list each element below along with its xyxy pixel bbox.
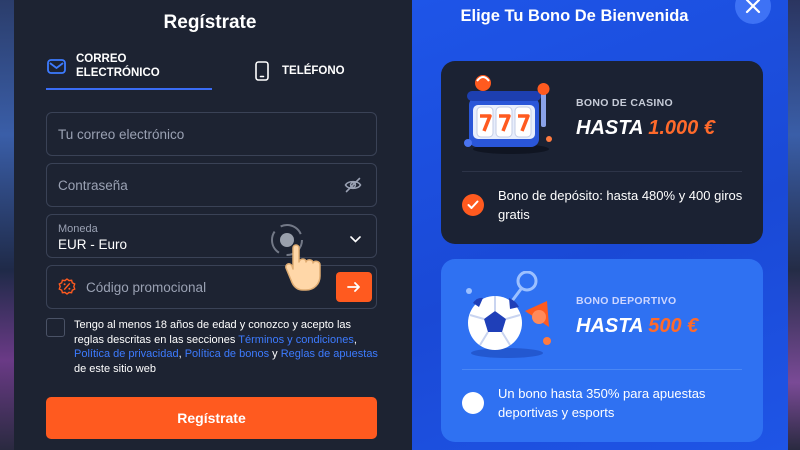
bonus-title: Elige Tu Bono De Bienvenida [460,7,689,25]
registration-panel: Regístrate CORREOELECTRÓNICO TELÉFONO Mo… [14,0,412,450]
bonus-panel: Elige Tu Bono De Bienvenida BONO DE CASI… [412,0,788,450]
close-icon [745,0,761,14]
sports-bonus-radio[interactable] [462,392,484,414]
tab-email-label: CORREO ELECTRÓNICO [76,53,160,79]
currency-label: Moneda [58,222,98,235]
casino-bonus-headline: HASTA 1.000 € [576,117,715,139]
percent-badge-icon [58,278,76,296]
betting-rules-link[interactable]: Reglas de apuestas [281,348,378,360]
arrow-right-icon [347,282,360,292]
sports-bonus-description: Un bono hasta 350% para apuestas deporti… [498,386,706,420]
casino-bonus-radio[interactable] [462,194,484,216]
card-divider [462,171,742,172]
bonus-policy-link[interactable]: Política de bonos [185,348,269,360]
password-input[interactable] [58,177,376,193]
password-field[interactable] [46,163,377,207]
currency-value: EUR - Euro [58,236,128,252]
close-button[interactable] [735,0,771,24]
terms-link[interactable]: Términos y condiciones [238,334,354,346]
sports-bonus-kicker: BONO DEPORTIVO [576,295,677,307]
eye-off-icon[interactable] [344,177,362,196]
tab-email[interactable]: CORREO ELECTRÓNICO [46,50,212,90]
phone-icon [252,61,272,81]
register-button[interactable]: Regístrate [46,397,377,439]
casino-bonus-card[interactable]: BONO DE CASINO HASTA 1.000 € Bono de dep… [441,61,763,244]
casino-bonus-kicker: BONO DE CASINO [576,97,673,109]
sports-bonus-headline: HASTA 500 € [576,315,699,337]
privacy-link[interactable]: Política de privacidad [74,348,179,360]
email-input[interactable] [58,126,376,142]
check-icon [467,200,479,209]
terms-checkbox[interactable] [46,318,65,337]
background-strip-left [0,0,14,450]
mail-icon [46,56,66,76]
tab-phone[interactable]: TELÉFONO [252,52,392,90]
promo-apply-button[interactable] [336,272,372,302]
terms-text: Tengo al menos 18 años de edad y conozco… [74,319,378,375]
tab-phone-label: TELÉFONO [282,65,345,77]
hand-cursor-icon [269,222,339,297]
casino-bonus-description: Bono de depósito: hasta 480% y 400 giros… [498,188,743,222]
background-strip-right [788,0,800,450]
card-divider [462,369,742,370]
sports-bonus-card[interactable]: BONO DEPORTIVO HASTA 500 € Un bono hasta… [441,259,763,442]
chevron-down-icon [350,231,361,246]
soccer-ball-illustration [463,270,555,366]
slot-machine-illustration [463,73,555,162]
registration-title: Regístrate [163,12,257,33]
email-field[interactable] [46,112,377,156]
